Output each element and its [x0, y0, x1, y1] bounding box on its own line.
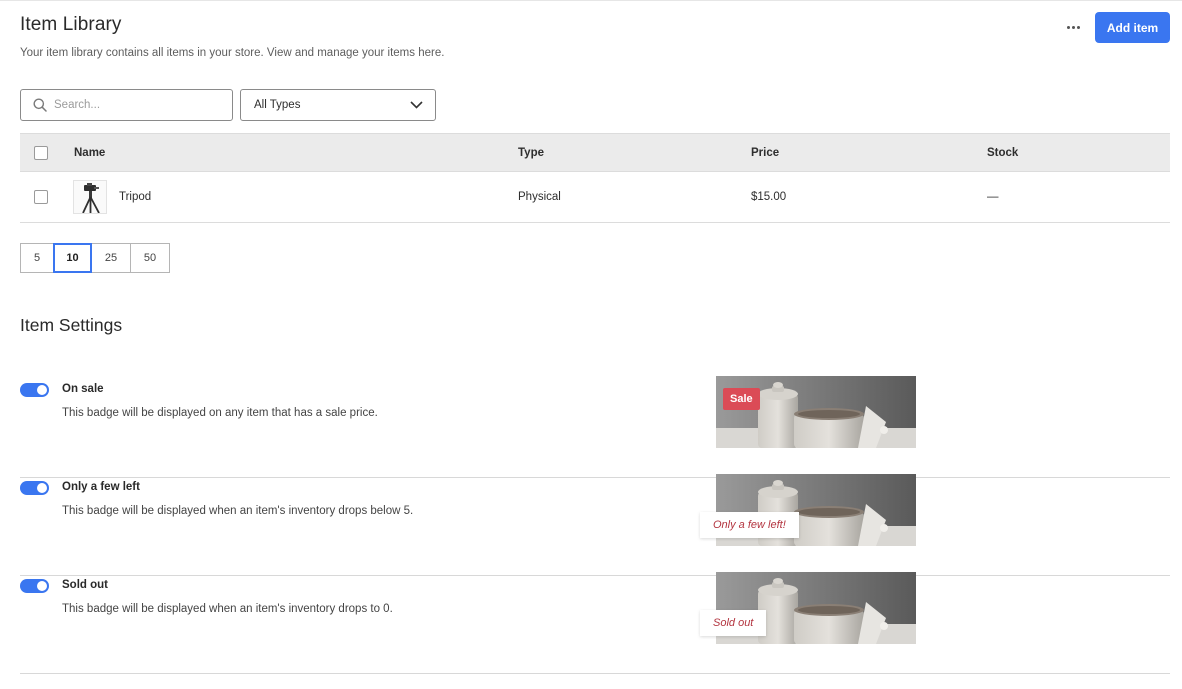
- search-input[interactable]: [54, 99, 214, 111]
- page-subtitle: Your item library contains all items in …: [20, 47, 445, 59]
- page-size-10[interactable]: 10: [53, 243, 92, 273]
- setting-sold-out: Sold out This badge will be displayed wh…: [20, 572, 1170, 674]
- few-left-badge: Only a few left!: [700, 512, 799, 538]
- few-left-toggle[interactable]: [20, 481, 49, 495]
- search-icon: [33, 98, 47, 112]
- column-header-price[interactable]: Price: [751, 147, 779, 159]
- more-horizontal-icon: [1066, 25, 1070, 29]
- item-price: $15.00: [751, 191, 787, 203]
- top-divider: [0, 0, 1182, 1]
- select-all-checkbox[interactable]: [34, 145, 48, 160]
- items-table: Name Type Price Stock Tripod Physical $1…: [20, 133, 1170, 223]
- sale-badge: Sale: [723, 388, 760, 410]
- badge-preview-image: [716, 376, 916, 448]
- more-horizontal-icon: [1076, 25, 1080, 29]
- page-title: Item Library: [20, 14, 122, 35]
- setting-label: Sold out: [62, 579, 108, 591]
- setting-label: On sale: [62, 383, 104, 395]
- more-options-button[interactable]: [1060, 16, 1086, 38]
- tripod-image: [73, 180, 107, 214]
- sold-out-badge: Sold out: [700, 610, 767, 636]
- page-size-25[interactable]: 25: [91, 243, 131, 273]
- search-box[interactable]: [20, 89, 233, 121]
- item-settings-title: Item Settings: [20, 315, 123, 335]
- table-header: Name Type Price Stock: [20, 133, 1170, 172]
- on-sale-toggle[interactable]: [20, 383, 49, 397]
- item-type: Physical: [518, 191, 561, 203]
- page-size-5[interactable]: 5: [20, 243, 54, 273]
- type-filter-value: All Types: [254, 99, 301, 111]
- column-header-stock[interactable]: Stock: [987, 147, 1018, 159]
- table-row[interactable]: Tripod Physical $15.00 —: [20, 172, 1170, 223]
- setting-few-left: Only a few left This badge will be displ…: [20, 474, 1170, 576]
- setting-description: This badge will be displayed when an ite…: [62, 505, 414, 517]
- type-filter-select[interactable]: All Types: [240, 89, 436, 121]
- column-header-name[interactable]: Name: [74, 147, 105, 159]
- item-name[interactable]: Tripod: [119, 191, 151, 203]
- more-horizontal-icon: [1071, 25, 1075, 29]
- setting-description: This badge will be displayed on any item…: [62, 407, 378, 419]
- setting-description: This badge will be displayed when an ite…: [62, 603, 393, 615]
- setting-label: Only a few left: [62, 481, 140, 493]
- add-item-button[interactable]: Add item: [1095, 12, 1170, 43]
- page-size-selector: 5 10 25 50: [20, 243, 170, 273]
- page-size-50[interactable]: 50: [130, 243, 170, 273]
- item-stock: —: [987, 191, 999, 203]
- column-header-type[interactable]: Type: [518, 147, 544, 159]
- chevron-down-icon: [410, 101, 423, 109]
- sold-out-toggle[interactable]: [20, 579, 49, 593]
- setting-on-sale: On sale This badge will be displayed on …: [20, 376, 1170, 478]
- row-checkbox[interactable]: [34, 190, 48, 204]
